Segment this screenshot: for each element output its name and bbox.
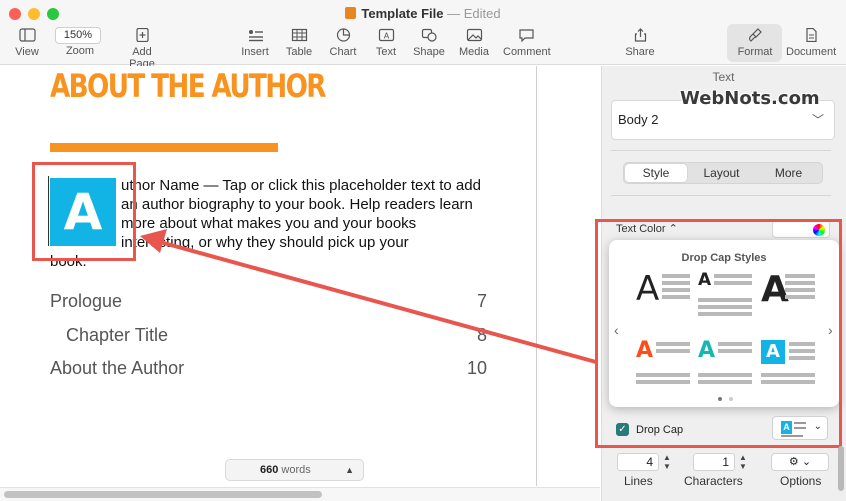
- add-page-button[interactable]: Add Page: [118, 27, 166, 70]
- options-label: Options: [780, 474, 822, 488]
- horizontal-scrollbar[interactable]: [0, 487, 600, 501]
- document-button[interactable]: Document: [786, 27, 836, 58]
- gear-icon: ⚙: [788, 456, 799, 468]
- drop-cap-highlight-box: [32, 162, 136, 261]
- sidebar-title: Text: [712, 70, 735, 84]
- heading-underline-bar: [50, 143, 278, 152]
- format-button[interactable]: Format: [735, 27, 775, 58]
- stepper-arrows-icon[interactable]: ▲ ▼: [739, 453, 747, 471]
- author-bio-paragraph[interactable]: uthor Name — Tap or click this placehold…: [121, 176, 491, 252]
- insert-button[interactable]: Insert: [239, 27, 271, 58]
- divider: [611, 195, 831, 196]
- share-button[interactable]: Share: [624, 27, 656, 58]
- sidebar-scrollbar[interactable]: [837, 66, 846, 491]
- window-toolbar: Template File — Edited View 150% Zoom Ad…: [0, 0, 846, 70]
- document-canvas[interactable]: [0, 66, 536, 501]
- share-icon: [624, 27, 656, 43]
- comment-button[interactable]: Comment: [503, 27, 551, 58]
- characters-label: Characters: [684, 474, 743, 488]
- canvas-margin: [537, 66, 601, 486]
- table-button[interactable]: Table: [284, 27, 314, 58]
- stepper-arrows-icon[interactable]: ▲ ▼: [663, 453, 671, 471]
- comment-icon: [503, 27, 549, 43]
- up-down-chevron-icon: ▲: [345, 465, 354, 475]
- sidebar-view-icon: [12, 27, 42, 43]
- divider: [611, 150, 831, 151]
- insert-icon: [239, 27, 271, 43]
- options-button[interactable]: ⚙ ⌄: [771, 453, 829, 471]
- scrollbar-thumb[interactable]: [838, 446, 844, 491]
- watermark-logo: WebNots.com: [680, 88, 820, 109]
- text-button[interactable]: A Text: [372, 27, 400, 58]
- text-box-icon: A: [372, 27, 400, 43]
- tab-more[interactable]: More: [755, 163, 822, 183]
- view-button[interactable]: View: [12, 27, 42, 58]
- table-icon: [284, 27, 314, 43]
- window-title: Template File — Edited: [0, 6, 846, 21]
- media-button[interactable]: Media: [458, 27, 490, 58]
- page-heading[interactable]: ABOUT THE AUTHOR: [50, 66, 326, 106]
- toc-entry-chapter-title[interactable]: Chapter Title: [66, 325, 168, 346]
- format-tabs: Style Layout More: [623, 162, 823, 184]
- document-icon: [786, 27, 836, 43]
- toc-entry-prologue[interactable]: Prologue: [50, 291, 122, 312]
- svg-text:A: A: [383, 32, 389, 41]
- drop-cap-panel-highlight-box: [595, 219, 842, 448]
- shape-icon: [413, 27, 445, 43]
- chart-button[interactable]: Chart: [328, 27, 358, 58]
- pie-chart-icon: [328, 27, 358, 43]
- chevron-down-icon: ⌄: [801, 456, 812, 468]
- scrollbar-thumb[interactable]: [4, 491, 322, 498]
- lines-label: Lines: [624, 474, 653, 488]
- pages-file-icon: [345, 7, 357, 19]
- add-page-icon: [118, 27, 166, 43]
- tab-layout[interactable]: Layout: [688, 163, 755, 183]
- zoom-select[interactable]: 150%: [55, 27, 101, 44]
- word-count-button[interactable]: 660 words ▲: [225, 459, 364, 481]
- toc-entry-about-the-author[interactable]: About the Author: [50, 358, 184, 379]
- photo-icon: [458, 27, 490, 43]
- zoom-label: Zoom: [65, 45, 95, 57]
- shape-button[interactable]: Shape: [413, 27, 445, 58]
- tab-style[interactable]: Style: [625, 164, 687, 182]
- toc-page-number: 7: [476, 291, 487, 311]
- paintbrush-icon: [735, 27, 775, 43]
- toc-page-number: 8: [476, 325, 487, 345]
- toc-page-number: 10: [466, 358, 487, 378]
